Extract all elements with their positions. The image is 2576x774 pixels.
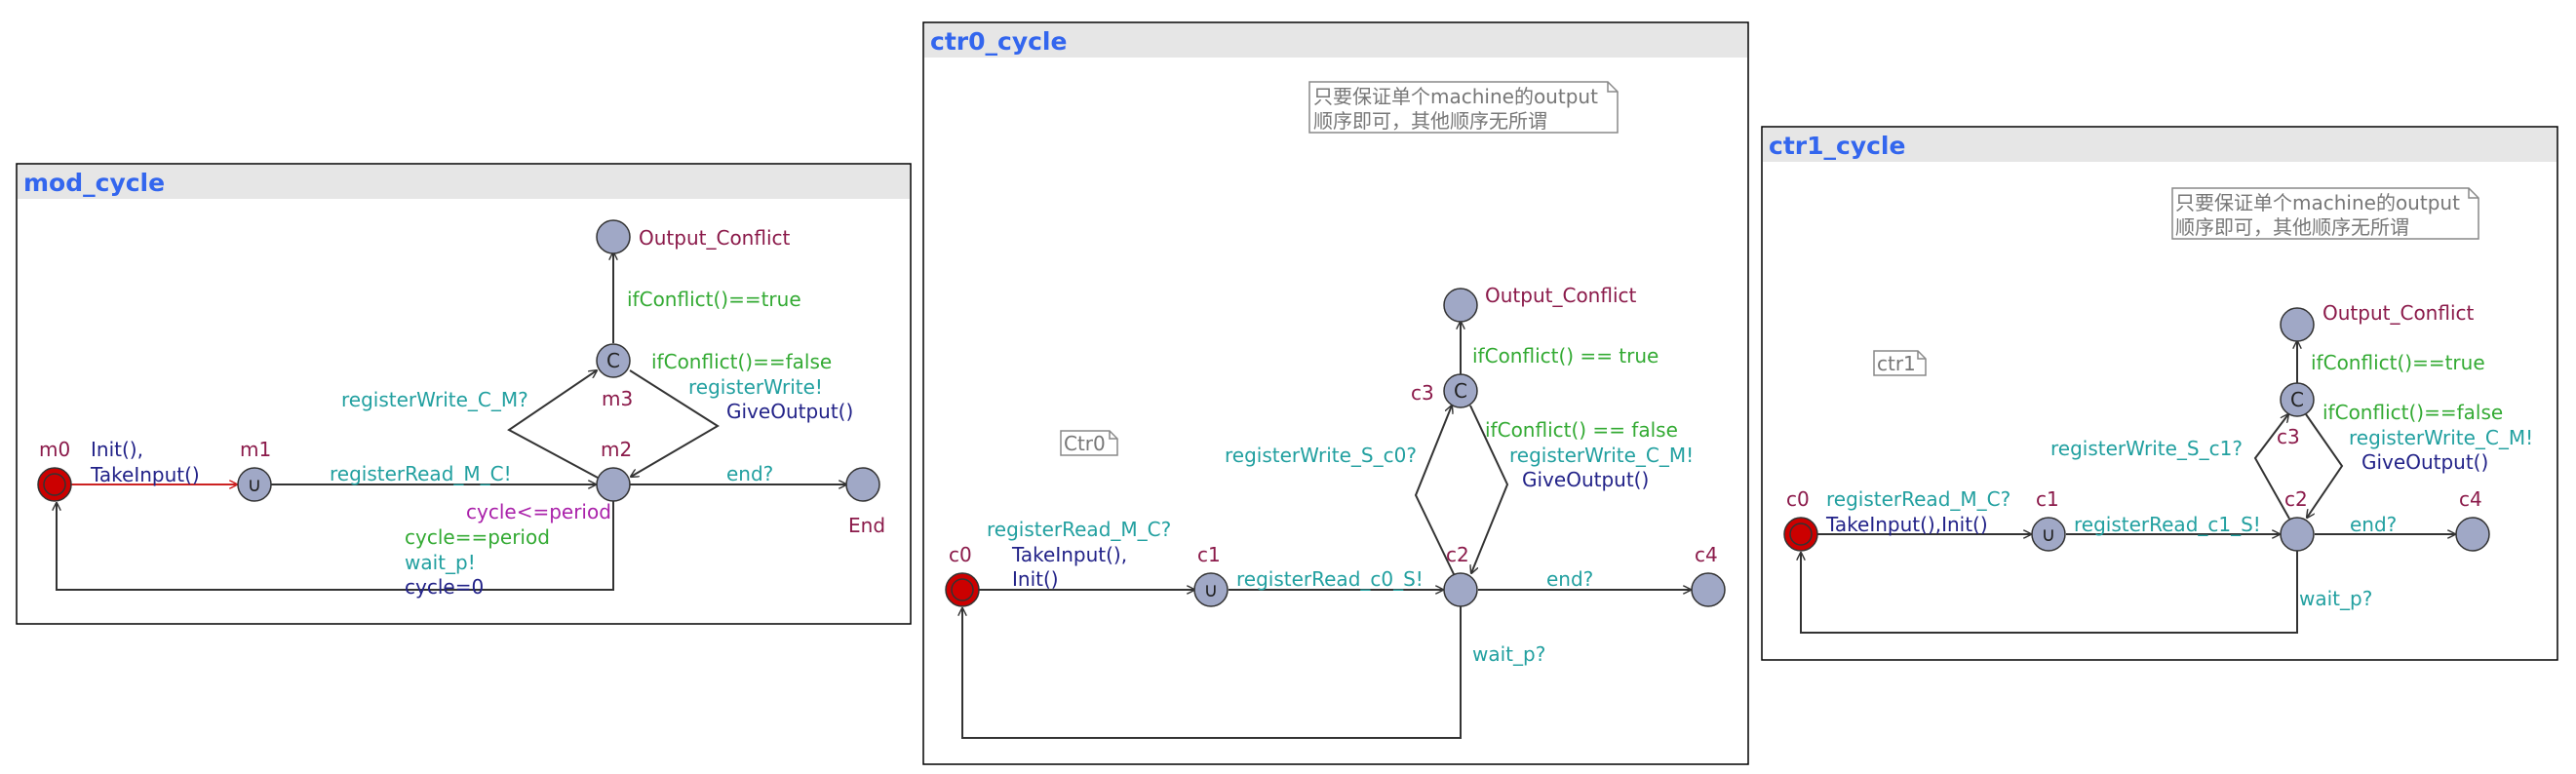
update-reset: cycle=0 (405, 575, 484, 599)
committed-mark: C (606, 349, 620, 372)
sync-register-read: registerRead_M_C! (330, 462, 512, 485)
guard-if-conflict-true: ifConflict()==true (627, 288, 801, 311)
location-end[interactable] (845, 467, 880, 502)
sync-end: end? (1546, 567, 1593, 591)
location-c0[interactable] (945, 572, 980, 607)
comment-line-1: 只要保证单个machine的output (1313, 85, 1598, 108)
guard-if-conflict-true: ifConflict() == true (1472, 344, 1659, 368)
location-m0[interactable] (37, 467, 72, 502)
committed-mark: C (1454, 379, 1467, 403)
location-name-c4: c4 (1695, 543, 1718, 566)
location-c0[interactable] (1783, 517, 1818, 552)
sync-wait: wait_p! (405, 551, 476, 574)
mod-cycle-panel[interactable]: mod_cycle ∪ C m0 m1 m2 m3 Output_Conflic… (16, 163, 912, 625)
location-name-c4: c4 (2459, 487, 2482, 511)
ctr1-cycle-panel[interactable]: ctr1_cycle 只要保证单个machine的output 顺序即可，其他顺… (1761, 126, 2558, 661)
location-name-c0: c0 (949, 543, 972, 566)
location-m2[interactable] (596, 467, 631, 502)
panel-title: mod_cycle (23, 169, 165, 197)
update-give-output: GiveOutput() (1522, 468, 1649, 491)
urgent-mark: ∪ (2042, 522, 2056, 546)
location-c2[interactable] (1443, 572, 1478, 607)
location-name-m1: m1 (240, 438, 271, 461)
location-name-output-conflict: Output_Conflict (639, 226, 791, 250)
sync-register-read: registerRead_M_C? (1826, 487, 2010, 511)
uppaal-diagram: mod_cycle ∪ C m0 m1 m2 m3 Output_Conflic… (16, 21, 2558, 765)
location-name-m3: m3 (602, 387, 633, 410)
sync-register-read-send: registerRead_c1_S! (2074, 513, 2261, 536)
location-name-c3: c3 (1411, 381, 1434, 405)
comment-line-2: 顺序即可，其他顺序无所谓 (2175, 215, 2409, 239)
location-output-conflict[interactable] (596, 219, 631, 254)
urgent-mark: ∪ (1204, 578, 1219, 601)
location-c4[interactable] (1691, 572, 1726, 607)
panel-title: ctr0_cycle (930, 27, 1067, 56)
guard-if-conflict-false: ifConflict() == false (1485, 418, 1678, 442)
update-take-input: TakeInput() (90, 463, 200, 486)
location-name-c1: c1 (1197, 543, 1221, 566)
location-c2[interactable] (2280, 517, 2315, 552)
sync-end: end? (726, 462, 773, 485)
guard-if-conflict-false: ifConflict()==false (2322, 401, 2503, 424)
sync-wait: wait_p? (2299, 587, 2372, 610)
tag-label: ctr1 (1877, 352, 1916, 375)
sync-register-write: registerWrite_S_c0? (1225, 444, 1417, 467)
update-init: Init() (1012, 567, 1059, 591)
location-name-m2: m2 (601, 438, 632, 461)
location-name-c1: c1 (2036, 487, 2059, 511)
location-name-c2: c2 (2284, 487, 2308, 511)
sync-register-write-send: registerWrite_C_M! (2349, 426, 2533, 449)
sync-wait: wait_p? (1472, 642, 1545, 666)
sync-register-write: registerWrite_S_c1? (2050, 437, 2243, 460)
location-name-c0: c0 (1786, 487, 1810, 511)
location-name-end: End (848, 514, 885, 537)
location-name-c2: c2 (1446, 543, 1469, 566)
update-init: Init(), (91, 438, 143, 461)
location-name-c3: c3 (2277, 425, 2300, 448)
comment-line-2: 顺序即可，其他顺序无所谓 (1313, 109, 1547, 133)
sync-end: end? (2350, 513, 2397, 536)
update-take-input-init: TakeInput(),Init() (1825, 513, 1988, 536)
urgent-mark: ∪ (248, 473, 262, 496)
location-name-m0: m0 (39, 438, 70, 461)
sync-register-read-send: registerRead_c0_S! (1236, 567, 1424, 591)
sync-register-write-send: registerWrite_C_M! (1509, 444, 1694, 467)
location-name-output-conflict: Output_Conflict (1485, 284, 1637, 307)
invariant: cycle<=period (466, 500, 611, 523)
update-take-input: TakeInput(), (1011, 543, 1127, 566)
guard-cycle-period: cycle==period (405, 525, 550, 549)
location-name-output-conflict: Output_Conflict (2322, 301, 2475, 325)
panel-title: ctr1_cycle (1769, 132, 1905, 160)
guard-if-conflict-true: ifConflict()==true (2311, 351, 2485, 374)
location-output-conflict[interactable] (2280, 307, 2315, 342)
update-give-output: GiveOutput() (726, 400, 853, 423)
tag-label: Ctr0 (1064, 432, 1106, 455)
location-output-conflict[interactable] (1443, 288, 1478, 323)
guard-if-conflict-false: ifConflict()==false (651, 350, 832, 373)
sync-register-write-send: registerWrite! (688, 375, 823, 399)
comment-line-1: 只要保证单个machine的output (2175, 191, 2460, 214)
sync-register-read: registerRead_M_C? (987, 518, 1171, 541)
update-give-output: GiveOutput() (2361, 450, 2488, 474)
sync-register-write: registerWrite_C_M? (341, 388, 528, 411)
location-c4[interactable] (2455, 517, 2490, 552)
ctr0-cycle-panel[interactable]: ctr0_cycle 只要保证单个machine的output 顺序即可，其他顺… (922, 21, 1749, 765)
committed-mark: C (2290, 388, 2304, 411)
